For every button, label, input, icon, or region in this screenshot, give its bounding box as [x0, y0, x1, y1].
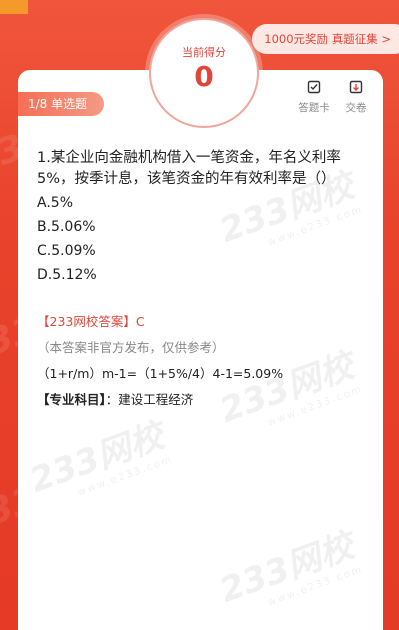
question-card: 1/8 单选题 答题卡 交卷 1.某企业向金融机构借入一笔资金，年名义利率5%，…: [18, 70, 383, 630]
submit-icon: [349, 80, 363, 94]
option-b[interactable]: B.5.06%: [37, 217, 367, 238]
answer-disclaimer: （本答案非官方发布，仅供参考）: [37, 340, 225, 355]
option-a[interactable]: A.5%: [37, 193, 367, 214]
subject-label: 【专业科目】: [37, 392, 106, 407]
question-type-badge: 1/8 单选题: [18, 92, 104, 116]
option-c[interactable]: C.5.09%: [37, 241, 367, 262]
score-circle: 当前得分 0: [149, 18, 259, 128]
question-stem: 1.某企业向金融机构借入一笔资金，年名义利率5%，按季计息，该笔资金的年有效利率…: [37, 150, 341, 187]
answer-heading: 【233网校答案】C: [37, 314, 145, 329]
submit-label: 交卷: [345, 102, 367, 114]
reward-banner-button[interactable]: 1000元奖励 真题征集 >: [252, 24, 399, 54]
answer-calculation: （1+r/m）m-1=（1+5%/4）4-1=5.09%: [37, 366, 284, 381]
card-watermark: 233网校 www.e233.com: [24, 415, 175, 501]
subject-value: ：建设工程经济: [105, 392, 194, 407]
top-accent-strip: [0, 0, 28, 14]
score-value: 0: [194, 60, 214, 93]
answer-sheet-icon: [307, 80, 321, 94]
answer-subject: 【专业科目】：建设工程经济: [37, 390, 367, 410]
answer-sheet-label: 答题卡: [298, 102, 330, 114]
answer-section: 【233网校答案】C （本答案非官方发布，仅供参考） （1+r/m）m-1=（1…: [37, 312, 367, 410]
submit-button[interactable]: 交卷: [336, 80, 376, 115]
answer-sheet-button[interactable]: 答题卡: [294, 80, 334, 115]
card-watermark: 233网校 www.e233.com: [214, 525, 365, 611]
score-label: 当前得分: [182, 46, 226, 59]
question-content: 1.某企业向金融机构借入一笔资金，年名义利率5%，按季计息，该笔资金的年有效利率…: [37, 148, 367, 410]
option-d[interactable]: D.5.12%: [37, 265, 367, 286]
